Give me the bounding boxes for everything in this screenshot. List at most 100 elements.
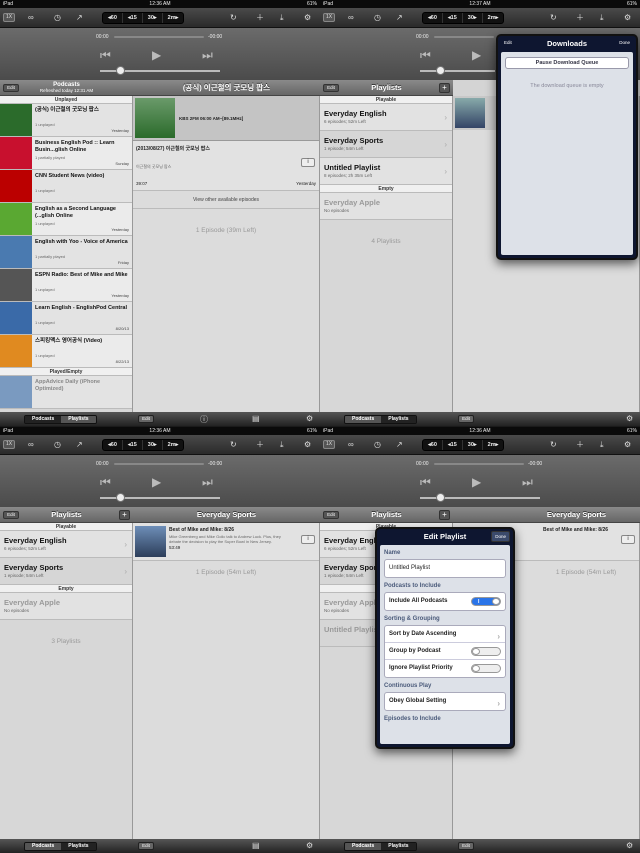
downloads-edit-button[interactable]: Edit xyxy=(501,38,515,47)
skip-fwd-30[interactable]: 30▸ xyxy=(463,440,483,450)
progress-track[interactable] xyxy=(434,463,524,465)
info-icon[interactable]: ⓘ xyxy=(200,414,208,425)
refresh-icon[interactable]: ↻ xyxy=(230,8,237,28)
refresh-icon[interactable]: ↻ xyxy=(550,8,557,28)
download-icon[interactable]: ⤓ xyxy=(600,8,604,28)
skip-back-15[interactable]: ◂15 xyxy=(123,440,143,450)
edit-button[interactable]: Edit xyxy=(3,511,19,519)
refresh-icon[interactable]: ↻ xyxy=(230,435,237,455)
gear-icon[interactable]: ⚙ xyxy=(626,841,633,850)
play-icon[interactable]: ▶ xyxy=(472,48,481,62)
volume-knob[interactable] xyxy=(436,66,445,75)
gear-icon[interactable]: ⚙ xyxy=(624,8,631,28)
edit-button[interactable]: Edit xyxy=(323,84,339,92)
speed-button[interactable]: 1X xyxy=(3,13,15,22)
gear-icon[interactable]: ⚙ xyxy=(304,435,311,455)
download-icon[interactable]: ⤓ xyxy=(280,8,284,28)
podcast-item[interactable]: Learn English - EnglishPod Central 1 unpl… xyxy=(0,302,132,335)
progress-track[interactable] xyxy=(434,36,494,38)
airplay-icon[interactable]: ∞ xyxy=(28,435,34,455)
group-toggle[interactable] xyxy=(471,647,501,656)
playlist-item[interactable]: Everyday Apple No episodes xyxy=(320,193,452,220)
tab-playlists[interactable]: Playlists xyxy=(61,843,96,850)
skip-fwd-30[interactable]: 30▸ xyxy=(143,13,163,23)
previous-icon[interactable]: ⏮ xyxy=(420,48,431,63)
pause-queue-button[interactable]: Pause Download Queue xyxy=(505,57,629,69)
episode-row[interactable]: (2013/08/27) 이근철의 굿모닝 팝스 이근철의 굿모닝 팝스 i 3… xyxy=(133,141,319,191)
gear-icon[interactable]: ⚙ xyxy=(626,414,633,423)
obey-row[interactable]: Obey Global Setting › xyxy=(385,693,505,710)
progress-track[interactable] xyxy=(114,463,204,465)
playlist-item[interactable]: Everyday Apple No episodes xyxy=(0,593,132,620)
play-icon[interactable]: ▶ xyxy=(152,48,161,62)
previous-icon[interactable]: ⏮ xyxy=(420,475,431,490)
progress-track[interactable] xyxy=(114,36,204,38)
add-icon[interactable]: ＋ xyxy=(576,8,584,28)
download-icon[interactable]: ⤓ xyxy=(280,435,284,455)
skip-fwd-30[interactable]: 30▸ xyxy=(143,440,163,450)
next-icon[interactable]: ⏭ xyxy=(522,475,533,490)
skip-back-60[interactable]: ◂60 xyxy=(423,13,443,23)
speed-button[interactable]: 1X xyxy=(3,440,15,449)
speed-button[interactable]: 1X xyxy=(323,440,335,449)
podcast-item[interactable]: (공식) 이근철의 굿모닝 팝스 1 unplayed Yesterday xyxy=(0,104,132,137)
edit-button[interactable]: Edit xyxy=(3,84,19,92)
add-icon[interactable]: ＋ xyxy=(256,435,264,455)
next-icon[interactable]: ⏭ xyxy=(202,475,213,490)
tab-playlists[interactable]: Playlists xyxy=(381,843,416,850)
previous-icon[interactable]: ⏮ xyxy=(100,48,111,63)
skip-fwd-2m[interactable]: 2m▸ xyxy=(483,440,504,450)
airplay-icon[interactable]: ∞ xyxy=(348,435,354,455)
tab-podcasts[interactable]: Podcasts xyxy=(25,843,62,850)
play-icon[interactable]: ▶ xyxy=(152,475,161,489)
skip-fwd-2m[interactable]: 2m▸ xyxy=(483,13,504,23)
info-button[interactable]: i xyxy=(301,158,315,167)
volume-slider[interactable] xyxy=(420,70,495,72)
sleep-timer-icon[interactable]: ◷ xyxy=(54,8,61,28)
list-icon[interactable]: ▤ xyxy=(252,414,260,423)
volume-knob[interactable] xyxy=(436,493,445,502)
podcast-item[interactable]: Business English Pod :: Learn Busin...gl… xyxy=(0,137,132,170)
sort-row[interactable]: Sort by Date Ascending › xyxy=(385,626,505,643)
previous-icon[interactable]: ⏮ xyxy=(100,475,111,490)
share-icon[interactable]: ↗ xyxy=(76,435,83,455)
tab-podcasts[interactable]: Podcasts xyxy=(345,416,382,423)
sleep-timer-icon[interactable]: ◷ xyxy=(54,435,61,455)
speed-button[interactable]: 1X xyxy=(323,13,335,22)
info-button[interactable]: i xyxy=(301,535,315,544)
share-icon[interactable]: ↗ xyxy=(76,8,83,28)
podcast-item[interactable]: English as a Second Language (...glish O… xyxy=(0,203,132,236)
edit-button[interactable]: Edit xyxy=(323,511,339,519)
podcast-item[interactable]: 스피킹맥스 영어공식 (Video) 1 unplayed 8/22/13 xyxy=(0,335,132,368)
volume-knob[interactable] xyxy=(116,66,125,75)
list-icon[interactable]: ▤ xyxy=(252,841,260,850)
airplay-icon[interactable]: ∞ xyxy=(348,8,354,28)
skip-back-15[interactable]: ◂15 xyxy=(123,13,143,23)
edit-button[interactable]: Edit xyxy=(458,415,474,423)
tab-playlists[interactable]: Playlists xyxy=(381,416,416,423)
playlist-name-field[interactable]: Untitled Playlist xyxy=(385,560,505,577)
add-icon[interactable]: ＋ xyxy=(256,8,264,28)
ignore-toggle[interactable] xyxy=(471,664,501,673)
tab-podcasts[interactable]: Podcasts xyxy=(25,416,62,423)
play-icon[interactable]: ▶ xyxy=(472,475,481,489)
done-button[interactable]: Done xyxy=(491,531,510,542)
tab-podcasts[interactable]: Podcasts xyxy=(345,843,382,850)
skip-back-60[interactable]: ◂60 xyxy=(103,13,123,23)
airplay-icon[interactable]: ∞ xyxy=(28,8,34,28)
downloads-done-button[interactable]: Done xyxy=(616,38,633,47)
playlist-item[interactable]: Everyday English 6 episodes; 52m Left › xyxy=(320,104,452,131)
volume-knob[interactable] xyxy=(116,493,125,502)
skip-fwd-2m[interactable]: 2m▸ xyxy=(163,13,184,23)
playlist-item[interactable]: Everyday Sports 1 episode; 54m Left › xyxy=(320,131,452,158)
podcast-item[interactable]: CNN Student News (video) 1 unplayed xyxy=(0,170,132,203)
gear-icon[interactable]: ⚙ xyxy=(306,841,313,850)
share-icon[interactable]: ↗ xyxy=(396,435,403,455)
episode-row[interactable]: Best of Mike and Mike: 8/26 Mike Greenbe… xyxy=(133,523,319,561)
playlist-item[interactable]: Everyday Sports 1 episode; 54m Left › xyxy=(0,558,132,585)
sleep-timer-icon[interactable]: ◷ xyxy=(374,8,381,28)
add-playlist-button[interactable]: + xyxy=(439,83,450,93)
playlist-item[interactable]: Untitled Playlist 8 episodes; 2h 35m Left… xyxy=(320,158,452,185)
podcast-item[interactable]: English with Yoo - Voice of America 1 par… xyxy=(0,236,132,269)
share-icon[interactable]: ↗ xyxy=(396,8,403,28)
